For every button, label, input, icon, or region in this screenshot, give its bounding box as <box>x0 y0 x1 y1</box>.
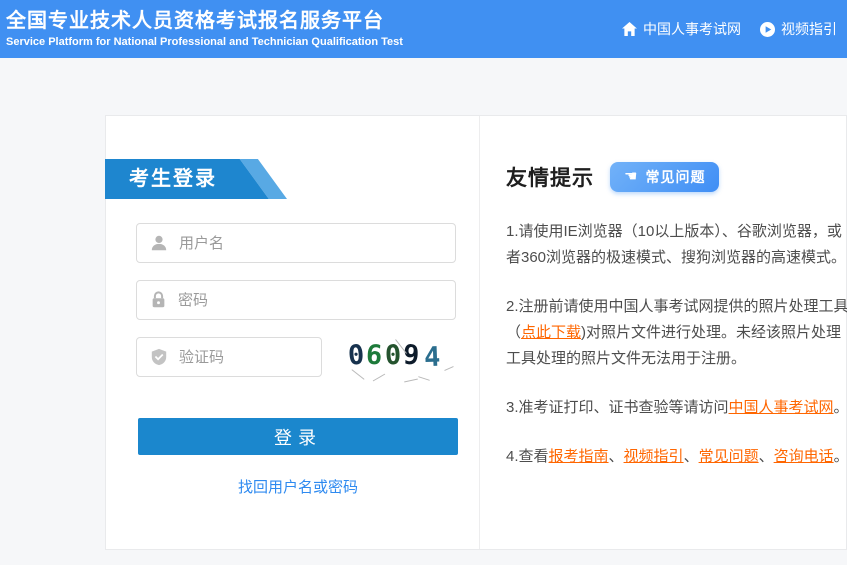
forgot-credentials-link[interactable]: 找回用户名或密码 <box>138 476 458 497</box>
nav-link-label: 中国人事考试网 <box>643 19 741 39</box>
username-field[interactable] <box>136 223 456 263</box>
captcha-noise <box>404 379 418 383</box>
captcha-digits: 06094 <box>348 340 442 371</box>
play-icon <box>759 21 775 37</box>
faq-button-label: 常见问题 <box>645 167 705 187</box>
user-icon <box>150 234 168 252</box>
home-icon <box>621 21 637 37</box>
captcha-noise <box>373 374 386 382</box>
faq-button[interactable]: ☚ 常见问题 <box>610 162 719 192</box>
shield-check-icon <box>150 348 168 366</box>
captcha-image[interactable]: 06094 <box>346 334 458 382</box>
tip-item-1: 1.请使用IE浏览器（10以上版本）、谷歌浏览器，或者360浏览器的极速模式、搜… <box>506 219 847 271</box>
faq-link[interactable]: 常见问题 <box>699 448 759 465</box>
tips-title: 友情提示 <box>506 162 594 192</box>
captcha-field[interactable] <box>136 337 322 377</box>
tip-item-3: 3.准考证打印、证书查验等请访问中国人事考试网。 <box>506 395 847 421</box>
login-panel-ribbon: 考生登录 <box>105 159 287 199</box>
exam-guide-link[interactable]: 报考指南 <box>549 448 609 465</box>
photo-tool-download-link[interactable]: 点此下载 <box>521 324 581 341</box>
nav-link-cpta-site[interactable]: 中国人事考试网 <box>621 19 741 39</box>
site-title-block: 全国专业技术人员资格考试报名服务平台 Service Platform for … <box>6 10 403 49</box>
exam-login-page: { "header": { "title": "全国专业技术人员资格考试报名服务… <box>0 0 847 565</box>
login-button[interactable]: 登录 <box>138 418 458 455</box>
header-nav: 中国人事考试网 视频指引 <box>621 19 837 39</box>
vertical-divider <box>479 116 480 549</box>
tip-item-4: 4.查看报考指南、视频指引、常见问题、咨询电话。 <box>506 444 847 470</box>
username-input[interactable] <box>179 224 455 262</box>
page-header: 全国专业技术人员资格考试报名服务平台 Service Platform for … <box>0 0 847 58</box>
tips-header: 友情提示 ☚ 常见问题 <box>506 162 847 192</box>
lock-icon <box>150 291 167 309</box>
tip-item-2: 2.注册前请使用中国人事考试网提供的照片处理工具（点此下载)对照片文件进行处理。… <box>506 294 847 372</box>
captcha-noise <box>444 366 454 371</box>
site-title: 全国专业技术人员资格考试报名服务平台 <box>6 10 403 33</box>
main-card: 考生登录 06094 登录 找回用户名或密码 友情提示 ☚ <box>105 115 847 550</box>
captcha-noise <box>418 376 430 381</box>
password-input[interactable] <box>178 281 455 319</box>
tips-panel: 友情提示 ☚ 常见问题 1.请使用IE浏览器（10以上版本）、谷歌浏览器，或者3… <box>506 162 847 493</box>
cpta-site-link[interactable]: 中国人事考试网 <box>729 399 834 416</box>
pointing-hand-icon: ☚ <box>624 167 638 185</box>
password-field[interactable] <box>136 280 456 320</box>
phone-link[interactable]: 咨询电话 <box>774 448 834 465</box>
video-guide-link[interactable]: 视频指引 <box>624 448 684 465</box>
nav-link-video-guide[interactable]: 视频指引 <box>759 19 837 39</box>
nav-link-label: 视频指引 <box>781 19 837 39</box>
site-subtitle: Service Platform for National Profession… <box>6 36 403 49</box>
